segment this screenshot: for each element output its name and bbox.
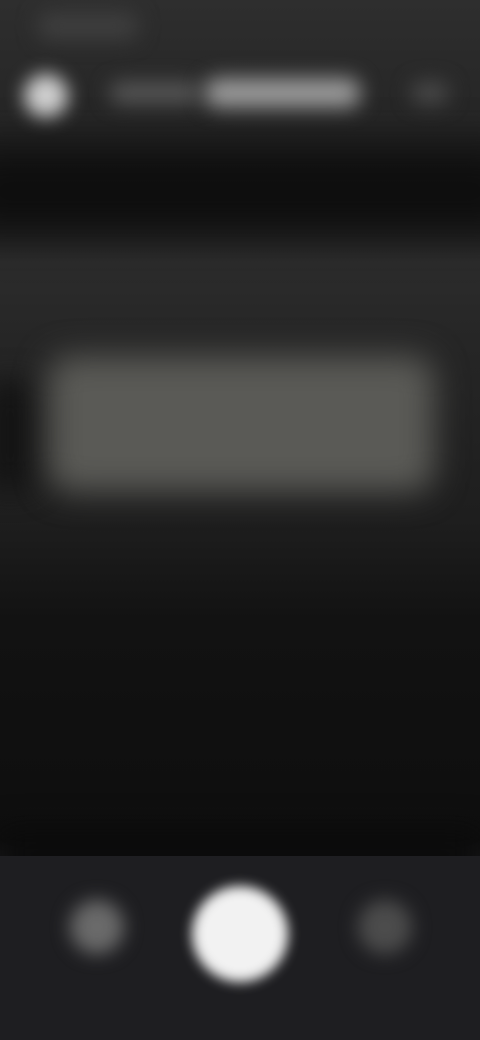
app-bar-title (110, 82, 200, 104)
left-edge-shadow (0, 380, 40, 490)
status-bar (0, 0, 480, 56)
app-bar-title-highlight (205, 78, 360, 108)
blurred-screen (0, 0, 480, 1040)
status-time (38, 12, 138, 40)
header-shadow (0, 150, 480, 230)
shutter-button[interactable] (192, 886, 288, 982)
blurred-card (48, 356, 434, 492)
app-bar-action[interactable] (412, 82, 448, 104)
left-control-button[interactable] (70, 900, 124, 954)
app-bar (0, 60, 480, 130)
app-icon[interactable] (24, 74, 68, 118)
right-control-button[interactable] (358, 900, 412, 954)
